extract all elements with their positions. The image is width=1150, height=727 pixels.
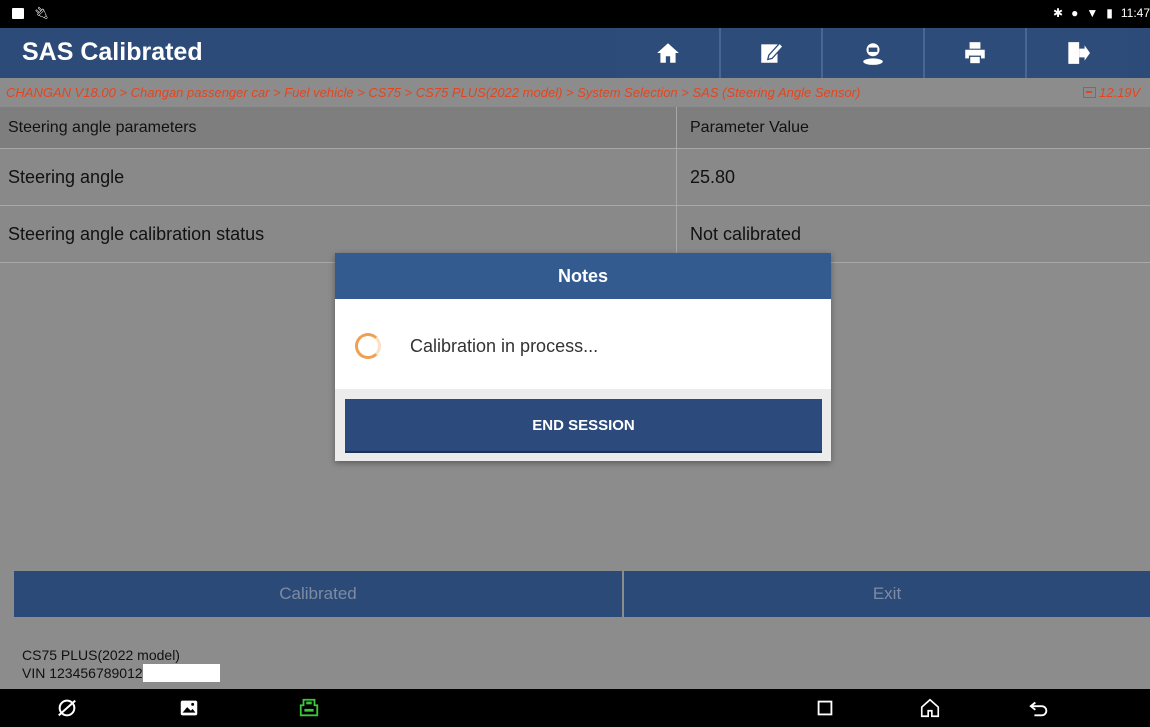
vehicle-info: CS75 PLUS(2022 model) VIN 123456789012 (22, 646, 220, 682)
back-icon[interactable] (1028, 697, 1050, 719)
report-button[interactable] (719, 28, 821, 78)
gallery-notification-icon (12, 7, 24, 19)
breadcrumb-path: CHANGAN V18.00 > Changan passenger car >… (6, 85, 861, 100)
vci-connector-icon[interactable] (298, 697, 320, 719)
column-header-value: Parameter Value (690, 118, 809, 136)
status-bar: 🔌︎ ✱ ● ▼ ▮ 11:47 (0, 0, 1150, 28)
remote-help-button[interactable] (821, 28, 923, 78)
exit-icon (1068, 42, 1090, 64)
table-row: Steering angle 25.80 (0, 148, 1150, 206)
car-battery-icon (1083, 87, 1096, 98)
system-nav-bar (0, 689, 1150, 727)
page-title: SAS Calibrated (22, 38, 203, 66)
loading-spinner-icon (355, 333, 381, 359)
vehicle-vin: VIN 123456789012 (22, 665, 143, 681)
exit-app-button[interactable] (1025, 28, 1127, 78)
dialog-title: Notes (335, 253, 831, 299)
table-header: Steering angle parameters Parameter Valu… (0, 106, 1150, 149)
home-button[interactable] (617, 28, 719, 78)
gallery-icon[interactable] (178, 697, 200, 719)
print-icon (965, 42, 985, 65)
end-session-button[interactable]: END SESSION (345, 399, 822, 453)
browser-icon[interactable] (56, 697, 78, 719)
param-value: 25.80 (690, 166, 736, 187)
dnd-icon: ● (1071, 6, 1079, 20)
dialog-message: Calibration in process... (410, 336, 599, 356)
voltage-value: 12.19V (1099, 85, 1141, 100)
battery-icon: ▮ (1106, 6, 1113, 20)
title-bar: SAS Calibrated (0, 28, 1150, 78)
dialog-body: Calibration in process... (335, 299, 831, 389)
vehicle-model: CS75 PLUS(2022 model) (22, 647, 180, 663)
print-button[interactable] (923, 28, 1025, 78)
diagnostic-notification-icon: 🔌︎ (34, 6, 50, 20)
parameter-table: Steering angle parameters Parameter Valu… (0, 106, 1150, 263)
edit-report-icon (761, 42, 784, 63)
exit-button[interactable]: Exit (624, 571, 1150, 617)
breadcrumb: CHANGAN V18.00 > Changan passenger car >… (0, 78, 1150, 106)
voltage-indicator: 12.19V (1083, 85, 1140, 100)
vehicle-vin-line: VIN 123456789012 (22, 664, 220, 682)
action-bar: Calibrated Exit (14, 571, 1150, 617)
calibrated-button[interactable]: Calibrated (14, 571, 622, 617)
clock: 11:47 (1120, 6, 1150, 20)
vin-redaction (142, 664, 220, 682)
home-nav-icon[interactable] (919, 697, 941, 719)
param-name: Steering angle (0, 148, 677, 206)
column-header-parameter: Steering angle parameters (0, 106, 677, 149)
wifi-icon: ▼ (1086, 6, 1099, 20)
home-icon (657, 43, 679, 63)
notes-dialog: Notes Calibration in process... END SESS… (335, 253, 831, 461)
toolbar (617, 28, 1127, 78)
remote-help-icon (863, 43, 883, 65)
bluetooth-icon: ✱ (1053, 6, 1064, 20)
recent-apps-icon[interactable] (814, 697, 836, 719)
